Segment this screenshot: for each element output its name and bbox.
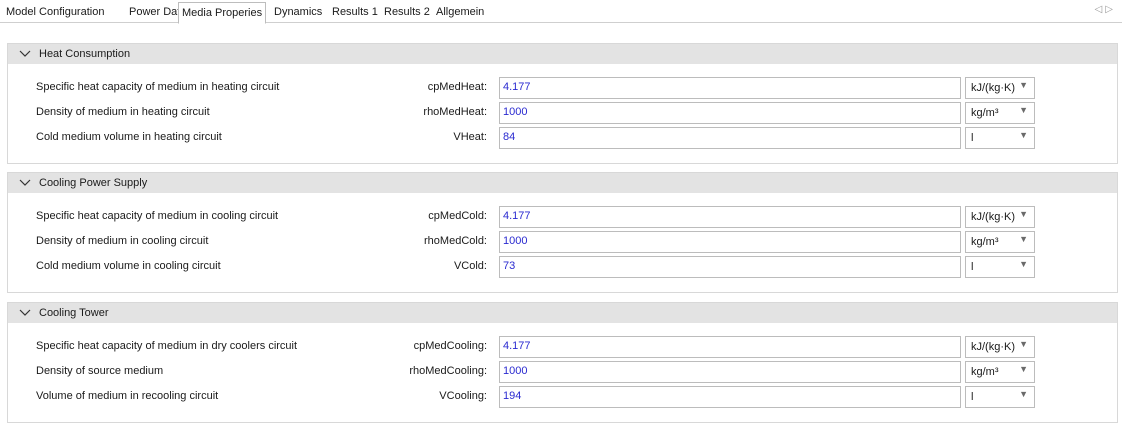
unit-dropdown[interactable]: kg/m³ ▼ (965, 231, 1035, 253)
dropdown-caret-icon: ▼ (1019, 364, 1028, 374)
param-description: Density of medium in heating circuit (36, 106, 210, 118)
value-text: 4.177 (503, 210, 531, 222)
param-description: Specific heat capacity of medium in dry … (36, 340, 298, 352)
value-text: 4.177 (503, 81, 531, 93)
value-text: 73 (503, 260, 516, 272)
value-field[interactable]: 1000 (499, 102, 961, 124)
unit-text: l (971, 132, 974, 144)
value-text: 194 (503, 390, 522, 402)
unit-dropdown[interactable]: kJ/(kg·K) ▼ (965, 77, 1035, 99)
value-field[interactable]: 1000 (499, 361, 961, 383)
section-header[interactable]: Heat Consumption (8, 44, 1117, 64)
section-title: Cooling Power Supply (39, 177, 148, 189)
section-title: Cooling Tower (39, 307, 109, 319)
chevron-right-icon[interactable]: ▷ (1105, 4, 1116, 15)
unit-dropdown[interactable]: kg/m³ ▼ (965, 102, 1035, 124)
param-row: Cold medium volume in heating circuit VH… (8, 127, 1117, 149)
dropdown-caret-icon: ▼ (1019, 80, 1028, 90)
tab-results-2[interactable]: Results 2 (381, 3, 433, 21)
unit-dropdown[interactable]: kJ/(kg·K) ▼ (965, 206, 1035, 228)
param-description: Density of medium in cooling circuit (36, 235, 209, 247)
unit-dropdown[interactable]: l ▼ (965, 256, 1035, 278)
value-field[interactable]: 73 (499, 256, 961, 278)
section-header[interactable]: Cooling Power Supply (8, 173, 1117, 193)
param-variable: rhoMedCold: (424, 235, 487, 247)
value-field[interactable]: 1000 (499, 231, 961, 253)
unit-text: kg/m³ (971, 236, 999, 248)
param-row: Density of medium in heating circuit rho… (8, 102, 1117, 124)
unit-text: kJ/(kg·K) (971, 82, 1015, 94)
unit-dropdown[interactable]: l ▼ (965, 386, 1035, 408)
unit-text: kg/m³ (971, 107, 999, 119)
tab-scroll-arrows: ◁▷ (1095, 4, 1116, 15)
param-description: Specific heat capacity of medium in cool… (36, 210, 279, 222)
param-row: Volume of medium in recooling circuit VC… (8, 386, 1117, 408)
unit-text: l (971, 261, 974, 273)
param-variable: rhoMedHeat: (423, 106, 487, 118)
section-heat-consumption: Heat Consumption Specific heat capacity … (7, 43, 1118, 164)
unit-text: l (971, 391, 974, 403)
section-title: Heat Consumption (39, 48, 131, 60)
tab-bar: Model Configuration Power Data Media Pro… (0, 0, 1122, 24)
param-row: Specific heat capacity of medium in cool… (8, 206, 1117, 228)
unit-dropdown[interactable]: kJ/(kg·K) ▼ (965, 336, 1035, 358)
param-variable: cpMedCold: (428, 210, 487, 222)
param-description: Cold medium volume in heating circuit (36, 131, 222, 143)
value-text: 1000 (503, 106, 528, 118)
value-text: 84 (503, 131, 516, 143)
dropdown-caret-icon: ▼ (1019, 130, 1028, 140)
chevron-down-icon[interactable] (18, 44, 32, 64)
param-description: Volume of medium in recooling circuit (36, 390, 219, 402)
unit-text: kJ/(kg·K) (971, 341, 1015, 353)
param-variable: VCold: (453, 260, 487, 272)
param-row: Specific heat capacity of medium in heat… (8, 77, 1117, 99)
param-variable: rhoMedCooling: (409, 365, 487, 377)
param-row: Density of medium in cooling circuit rho… (8, 231, 1117, 253)
dropdown-caret-icon: ▼ (1019, 339, 1028, 349)
unit-text: kJ/(kg·K) (971, 211, 1015, 223)
value-field[interactable]: 4.177 (499, 77, 961, 99)
section-cooling-tower: Cooling Tower Specific heat capacity of … (7, 302, 1118, 423)
tab-media-properies[interactable]: Media Properies (178, 2, 267, 24)
tab-allgemein[interactable]: Allgemein (433, 3, 487, 21)
param-row: Cold medium volume in cooling circuit VC… (8, 256, 1117, 278)
dropdown-caret-icon: ▼ (1019, 259, 1028, 269)
param-variable: cpMedCooling: (413, 340, 487, 352)
value-field[interactable]: 194 (499, 386, 961, 408)
tab-dynamics[interactable]: Dynamics (271, 3, 325, 21)
param-row: Specific heat capacity of medium in dry … (8, 336, 1117, 358)
param-description: Density of source medium (36, 365, 164, 377)
section-header[interactable]: Cooling Tower (8, 303, 1117, 323)
param-row: Density of source medium rhoMedCooling: … (8, 361, 1117, 383)
tab-model-configuration[interactable]: Model Configuration (3, 3, 107, 21)
dropdown-caret-icon: ▼ (1019, 389, 1028, 399)
value-text: 4.177 (503, 340, 531, 352)
param-variable: VHeat: (453, 131, 487, 143)
value-field[interactable]: 4.177 (499, 206, 961, 228)
value-text: 1000 (503, 365, 528, 377)
value-field[interactable]: 4.177 (499, 336, 961, 358)
value-text: 1000 (503, 235, 528, 247)
section-cooling-power-supply: Cooling Power Supply Specific heat capac… (7, 172, 1118, 293)
param-description: Specific heat capacity of medium in heat… (36, 81, 280, 93)
chevron-down-icon[interactable] (18, 173, 32, 193)
tab-results-1[interactable]: Results 1 (329, 3, 381, 21)
param-variable: cpMedHeat: (427, 81, 487, 93)
dropdown-caret-icon: ▼ (1019, 234, 1028, 244)
dropdown-caret-icon: ▼ (1019, 105, 1028, 115)
unit-dropdown[interactable]: kg/m³ ▼ (965, 361, 1035, 383)
dropdown-caret-icon: ▼ (1019, 209, 1028, 219)
unit-text: kg/m³ (971, 366, 999, 378)
unit-dropdown[interactable]: l ▼ (965, 127, 1035, 149)
param-description: Cold medium volume in cooling circuit (36, 260, 221, 272)
param-variable: VCooling: (439, 390, 487, 402)
chevron-down-icon[interactable] (18, 303, 32, 323)
value-field[interactable]: 84 (499, 127, 961, 149)
chevron-left-icon[interactable]: ◁ (1095, 4, 1106, 15)
